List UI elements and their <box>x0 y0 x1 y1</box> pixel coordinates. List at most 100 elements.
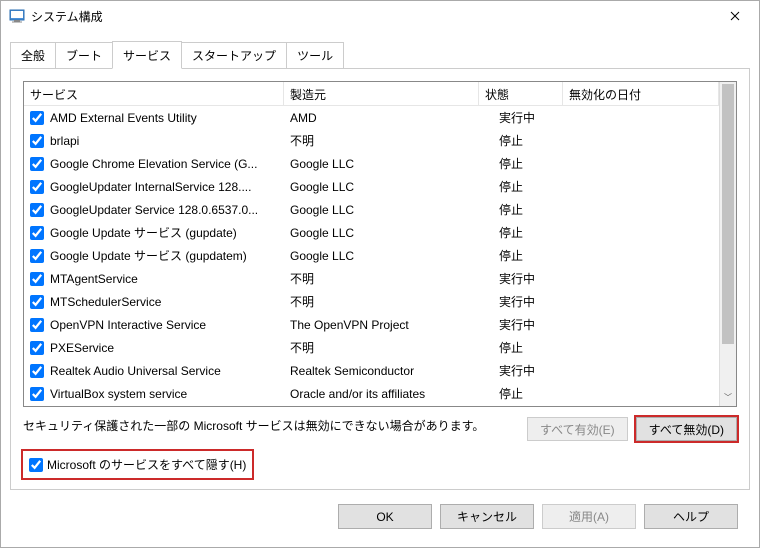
service-state: 停止 <box>479 176 563 197</box>
scroll-thumb[interactable] <box>722 84 734 344</box>
service-name: OpenVPN Interactive Service <box>50 318 206 332</box>
enable-all-button[interactable]: すべて有効(E) <box>527 417 628 441</box>
service-maker: Google LLC <box>284 155 479 173</box>
service-state: 停止 <box>479 337 563 358</box>
service-name: PXEService <box>50 341 114 355</box>
service-disabled-date <box>563 277 719 281</box>
service-maker: Google LLC <box>284 247 479 265</box>
service-checkbox[interactable] <box>30 341 44 355</box>
service-state: 停止 <box>479 130 563 151</box>
service-state: 実行中 <box>479 107 563 128</box>
security-note: セキュリティ保護された一部の Microsoft サービスは無効にできない場合が… <box>23 417 527 434</box>
tab-general[interactable]: 全般 <box>10 42 56 69</box>
service-checkbox[interactable] <box>30 272 44 286</box>
service-maker: 不明 <box>284 268 479 289</box>
service-maker: 不明 <box>284 130 479 151</box>
service-disabled-date <box>563 208 719 212</box>
service-disabled-date <box>563 254 719 258</box>
close-button[interactable] <box>712 2 757 30</box>
tab-boot[interactable]: ブート <box>55 42 113 69</box>
service-checkbox[interactable] <box>30 111 44 125</box>
service-checkbox[interactable] <box>30 318 44 332</box>
table-row[interactable]: VirtualBox system serviceOracle and/or i… <box>24 382 719 405</box>
vertical-scrollbar[interactable]: ▲ ﹀ <box>719 82 736 406</box>
service-name: GoogleUpdater InternalService 128.... <box>50 180 251 194</box>
service-name: MTSchedulerService <box>50 295 161 309</box>
service-name: Realtek Audio Universal Service <box>50 364 221 378</box>
service-checkbox[interactable] <box>30 387 44 401</box>
table-row[interactable]: PXEService 不明停止 <box>24 336 719 359</box>
service-state: 停止 <box>479 383 563 404</box>
service-checkbox[interactable] <box>30 134 44 148</box>
service-maker: Google LLC <box>284 224 479 242</box>
table-row[interactable]: Google Update サービス (gupdatem)Google LLC停… <box>24 244 719 267</box>
service-name: Google Update サービス (gupdate) <box>50 224 237 241</box>
service-disabled-date <box>563 231 719 235</box>
service-name: VirtualBox system service <box>50 387 187 401</box>
service-maker: Realtek Semiconductor <box>284 362 479 380</box>
col-header-date[interactable]: 無効化の日付 <box>563 82 719 105</box>
service-checkbox[interactable] <box>30 226 44 240</box>
service-checkbox[interactable] <box>30 180 44 194</box>
table-row[interactable]: Google Chrome Elevation Service (G... Goo… <box>24 152 719 175</box>
dialog-button-bar: OK キャンセル 適用(A) ヘルプ <box>10 490 750 535</box>
window-title: システム構成 <box>31 8 712 25</box>
table-row[interactable]: Realtek Audio Universal Service Realtek S… <box>24 359 719 382</box>
col-header-state[interactable]: 状態 <box>479 82 563 105</box>
service-checkbox[interactable] <box>30 157 44 171</box>
ok-button[interactable]: OK <box>338 504 432 529</box>
table-row[interactable]: AMD External Events Utility AMD実行中 <box>24 106 719 129</box>
hide-microsoft-checkbox[interactable] <box>29 458 43 472</box>
service-disabled-date <box>563 346 719 350</box>
service-state: 停止 <box>479 153 563 174</box>
table-row[interactable]: OpenVPN Interactive ServiceThe OpenVPN P… <box>24 313 719 336</box>
app-icon <box>9 8 25 24</box>
scroll-down-icon[interactable]: ﹀ <box>720 389 736 406</box>
service-maker: Google LLC <box>284 178 479 196</box>
service-maker: AMD <box>284 109 479 127</box>
hide-microsoft-label: Microsoft のサービスをすべて隠す(H) <box>47 456 246 473</box>
service-maker: 不明 <box>284 337 479 358</box>
help-button[interactable]: ヘルプ <box>644 504 738 529</box>
service-state: 停止 <box>479 199 563 220</box>
apply-button[interactable]: 適用(A) <box>542 504 636 529</box>
table-row[interactable]: GoogleUpdater Service 128.0.6537.0...Goo… <box>24 198 719 221</box>
tab-services[interactable]: サービス <box>112 41 182 69</box>
list-body[interactable]: AMD External Events UtilityAMD実行中brlapi不… <box>24 106 719 405</box>
col-header-maker[interactable]: 製造元 <box>284 82 479 105</box>
service-disabled-date <box>563 162 719 166</box>
disable-all-button[interactable]: すべて無効(D) <box>636 417 737 441</box>
service-name: Google Update サービス (gupdatem) <box>50 247 247 264</box>
tab-startup[interactable]: スタートアップ <box>181 42 287 69</box>
service-checkbox[interactable] <box>30 249 44 263</box>
service-disabled-date <box>563 392 719 396</box>
service-name: AMD External Events Utility <box>50 111 197 125</box>
service-disabled-date <box>563 185 719 189</box>
table-row[interactable]: brlapi 不明停止 <box>24 129 719 152</box>
services-list: サービス 製造元 状態 無効化の日付 AMD External Events U… <box>23 81 737 407</box>
table-row[interactable]: Google Update サービス (gupdate) Google LLC停止 <box>24 221 719 244</box>
service-state: 実行中 <box>479 360 563 381</box>
table-row[interactable]: GoogleUpdater InternalService 128.... Goo… <box>24 175 719 198</box>
service-maker: 不明 <box>284 291 479 312</box>
service-state: 実行中 <box>479 314 563 335</box>
service-name: brlapi <box>50 134 79 148</box>
tab-tools[interactable]: ツール <box>286 42 344 69</box>
table-row[interactable]: MTSchedulerService 不明実行中 <box>24 290 719 313</box>
service-state: 停止 <box>479 222 563 243</box>
service-disabled-date <box>563 139 719 143</box>
list-header: サービス 製造元 状態 無効化の日付 <box>24 82 719 106</box>
service-checkbox[interactable] <box>30 295 44 309</box>
service-name: Google Chrome Elevation Service (G... <box>50 157 257 171</box>
service-checkbox[interactable] <box>30 203 44 217</box>
service-disabled-date <box>563 369 719 373</box>
service-name: MTAgentService <box>50 272 138 286</box>
titlebar: システム構成 <box>1 1 759 31</box>
hide-microsoft-checkbox-container[interactable]: Microsoft のサービスをすべて隠す(H) <box>23 451 252 478</box>
service-state: 実行中 <box>479 291 563 312</box>
cancel-button[interactable]: キャンセル <box>440 504 534 529</box>
col-header-service[interactable]: サービス <box>24 82 284 105</box>
service-checkbox[interactable] <box>30 364 44 378</box>
table-row[interactable]: MTAgentService不明実行中 <box>24 267 719 290</box>
service-disabled-date <box>563 116 719 120</box>
